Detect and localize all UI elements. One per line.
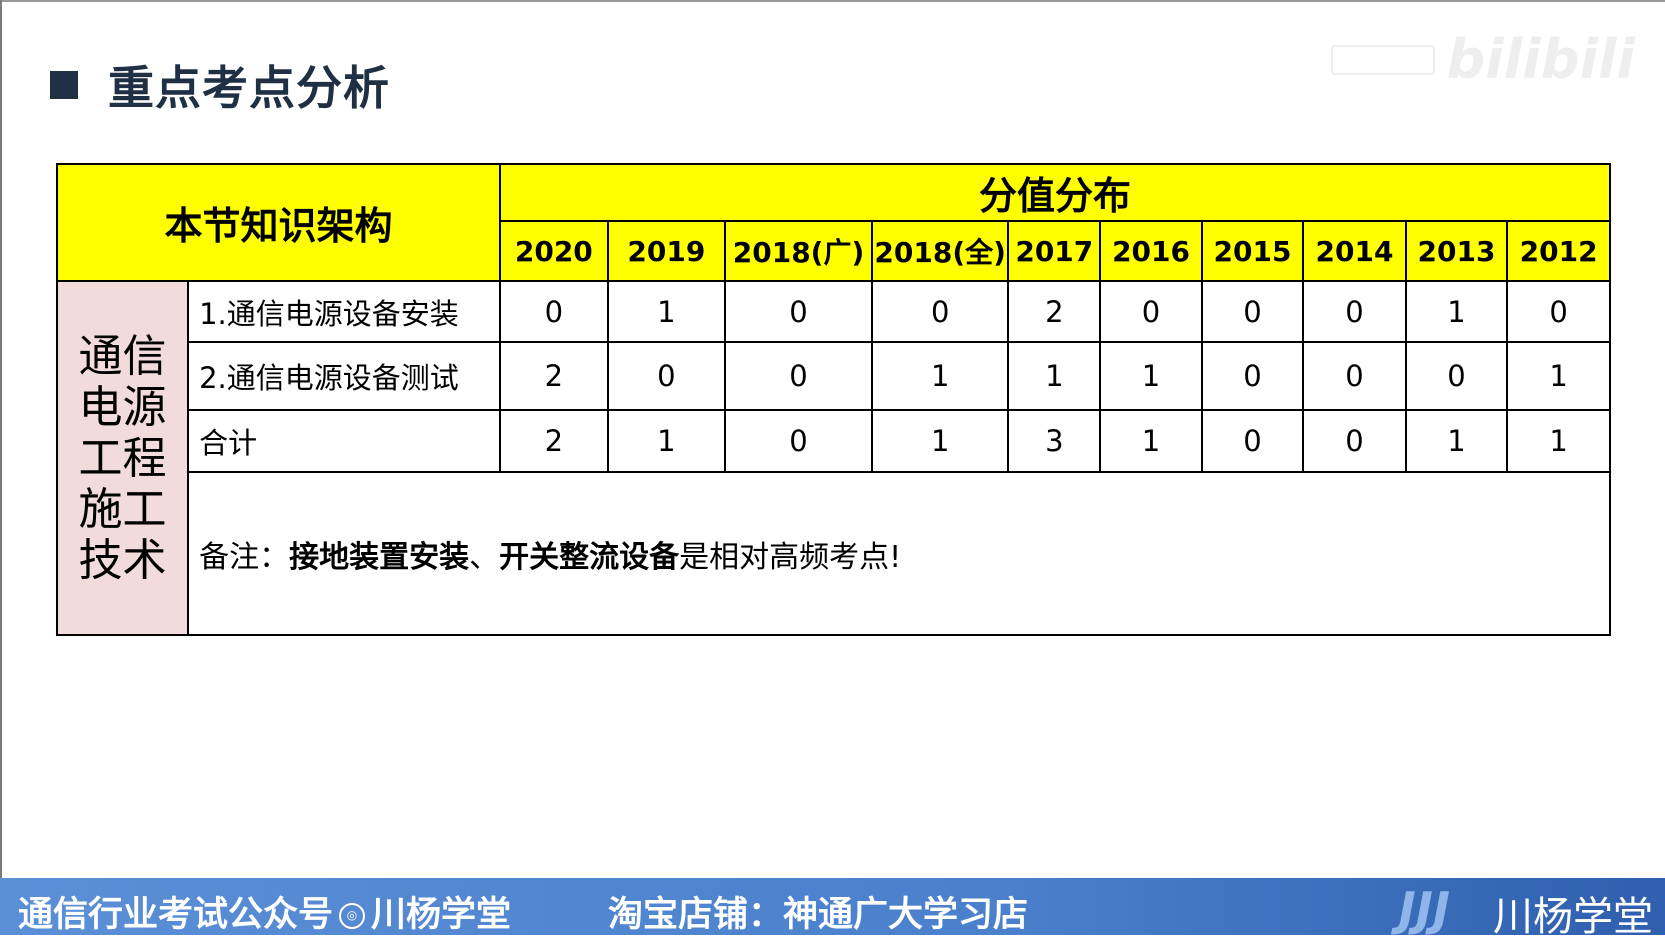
watermark-box-icon [1330,44,1435,75]
year-header: 2019 [606,220,727,282]
row-label: 1.通信电源设备安装 [187,280,501,343]
side-label-line: 技术 [78,534,167,586]
year-header: 2017 [1007,220,1102,282]
score-cell: 0 [724,280,873,343]
score-cell: 1 [1099,341,1203,411]
note-highlight-2: 开关整流设备 [499,539,680,575]
year-header: 2018(广) [724,220,873,282]
table-row-total: 合计 2 1 0 1 3 1 0 0 1 1 [57,409,1611,473]
score-cell: 1 [1506,341,1611,411]
wechat-icon: ◎ [339,903,366,929]
row-label: 2.通信电源设备测试 [187,341,501,411]
footer-wechat-label: 通信行业考试公众号 [18,895,334,935]
header-knowledge-structure: 本节知识架构 [56,163,501,282]
side-label-line: 电源 [78,381,167,433]
score-cell: 1 [1007,341,1102,411]
footer-brand-text: 川杨学堂 [1493,894,1653,940]
header-row-1: 本节知识架构 分值分布 [56,163,1612,282]
year-header: 2012 [1506,220,1611,282]
score-cell: 0 [606,341,727,411]
footer-wechat-info: 通信行业考试公众号 ◎ 川杨学堂 [18,886,511,937]
bilibili-watermark: bilibili [1330,28,1635,91]
score-cell: 2 [498,341,609,411]
score-cell: 1 [1506,409,1611,473]
year-header: 2020 [498,220,609,282]
score-cell: 0 [870,280,1010,343]
year-header: 2015 [1200,220,1305,282]
side-category-label: 通信 电源 工程 施工 技术 [55,280,190,636]
note-cell: 备注：接地装置安装、开关整流设备是相对高频考点! [187,471,1611,636]
score-cell: 0 [1302,341,1407,411]
header-score-distribution: 分值分布 [498,163,1612,222]
table-row: 通信 电源 工程 施工 技术 1.通信电源设备安装 0 1 0 0 2 0 0 … [55,280,1611,636]
score-cell: 2 [1007,280,1102,343]
score-cell: 1 [1099,409,1203,473]
year-header: 2018(全) [870,220,1010,282]
score-cell: 3 [1007,409,1102,473]
page-title: 重点考点分析 [108,61,390,115]
brand-logo-icon: JJJ [1398,882,1450,936]
square-bullet-icon [50,71,78,99]
year-header: 2016 [1099,220,1203,282]
note-separator: 、 [469,539,500,575]
score-cell: 0 [1404,341,1509,411]
footer-account-name: 川杨学堂 [371,895,512,935]
score-cell: 1 [606,280,727,343]
side-label-line: 工程 [78,432,167,484]
frame-left-border [0,0,2,880]
table-row: 2.通信电源设备测试 2 0 0 1 1 1 0 0 0 1 [57,341,1611,411]
watermark-text: bilibili [1446,28,1635,91]
score-cell: 0 [724,409,873,473]
note-prefix: 备注： [199,539,290,575]
footer-taobao-store: 淘宝店铺：神通广大学习店 [608,895,1029,935]
row-label-total: 合计 [187,409,501,473]
side-label-line: 施工 [78,483,167,535]
score-cell: 0 [1200,341,1305,411]
side-label-line: 通信 [78,330,167,382]
score-cell: 0 [1302,409,1407,473]
note-highlight-1: 接地装置安装 [289,539,470,575]
score-cell: 1 [606,409,727,473]
score-cell: 1 [870,341,1010,411]
year-header: 2013 [1404,220,1509,282]
score-cell: 1 [870,409,1010,473]
frame-top-border [0,0,1665,2]
year-header: 2014 [1302,220,1407,282]
score-cell: 0 [724,341,873,411]
score-cell: 0 [1099,280,1203,343]
score-cell: 0 [1506,280,1611,343]
footer-banner: 通信行业考试公众号 ◎ 川杨学堂 淘宝店铺：神通广大学习店 JJJ 川杨学堂 [0,878,1665,940]
score-cell: 0 [1200,280,1305,343]
title-row: 重点考点分析 [50,55,390,115]
score-cell: 1 [1404,409,1509,473]
score-cell: 0 [498,280,609,343]
score-cell: 1 [1404,280,1509,343]
note-suffix: 是相对高频考点! [679,539,902,575]
score-cell: 0 [1200,409,1305,473]
note-row: 备注：接地装置安装、开关整流设备是相对高频考点! [57,471,1611,636]
score-cell: 0 [1302,280,1407,343]
score-cell: 2 [498,409,609,473]
score-distribution-table: 本节知识架构 分值分布 2020 2019 2018(广) 2018(全) 20… [55,163,1612,636]
